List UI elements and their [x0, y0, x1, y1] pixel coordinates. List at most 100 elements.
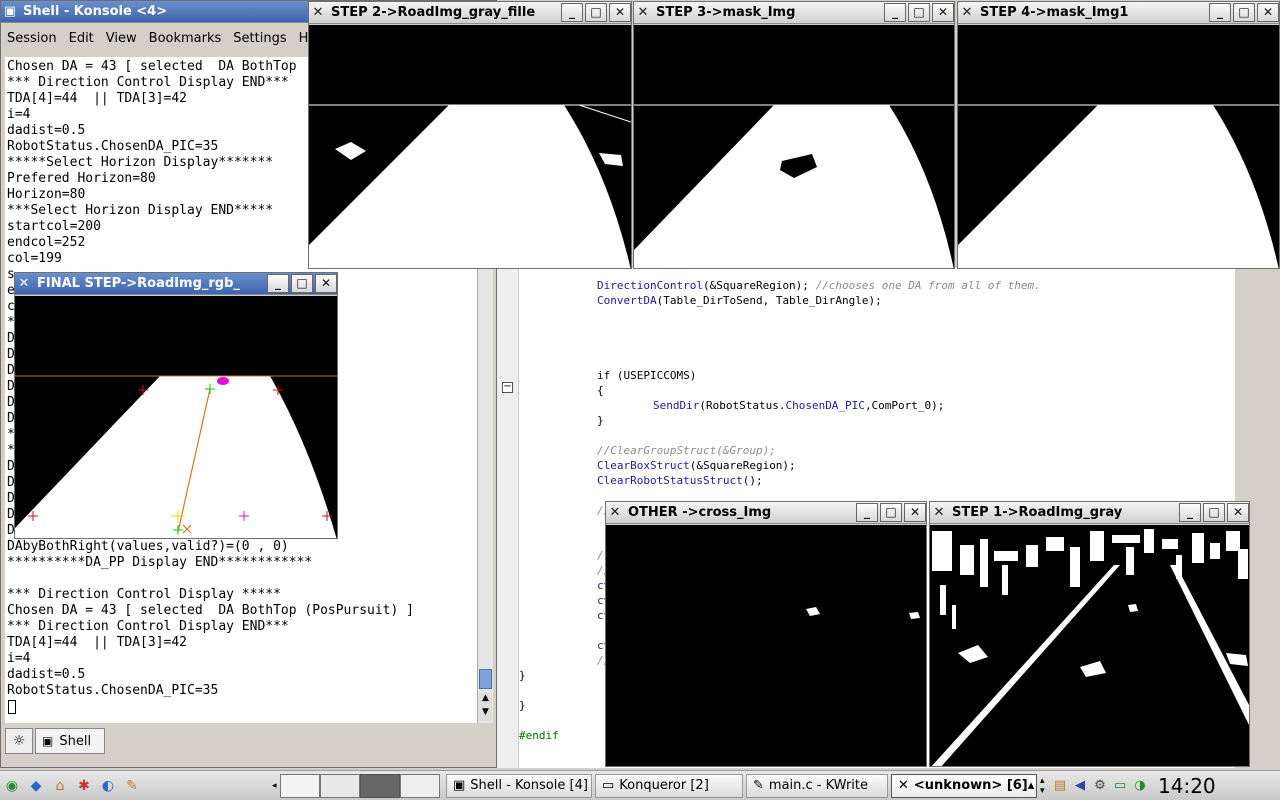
code-token: ClearRobotStatusStruct: [597, 474, 743, 487]
x-icon: ✕: [961, 5, 973, 20]
battery-icon[interactable]: ▭: [1110, 776, 1130, 796]
klipper-icon[interactable]: ▤: [1050, 776, 1070, 796]
volume-icon[interactable]: ◀: [1070, 776, 1090, 796]
maximize-button[interactable]: □: [880, 503, 902, 522]
final-titlebar[interactable]: ✕ FINAL STEP->RoadImg_rgb_ _ □ ✕: [15, 273, 337, 295]
task-label: Konqueror [2]: [619, 778, 709, 793]
x-icon: ✕: [609, 505, 621, 520]
new-session-icon[interactable]: ☼: [5, 728, 33, 754]
task-button[interactable]: ▣ Shell - Konsole [4]: [446, 773, 592, 798]
tab-shell[interactable]: ▣ Shell: [35, 728, 105, 754]
code-line[interactable]: {: [597, 383, 604, 398]
code-line[interactable]: }: [519, 668, 526, 683]
code-line[interactable]: //ClearGroupStruct(&Group);: [597, 443, 776, 458]
code-line[interactable]: }: [519, 698, 526, 713]
road-mask-image: [958, 25, 1279, 268]
code-line[interactable]: ClearBoxStruct(&SquareRegion);: [597, 458, 796, 473]
task-button[interactable]: ✎ main.c - KWrite: [746, 773, 888, 798]
task-button[interactable]: ▭ Konqueror [2]: [595, 773, 743, 798]
window-title: STEP 2->RoadImg_gray_fille: [331, 5, 536, 20]
terminal-line: dadist=0.5: [7, 123, 86, 138]
terminal-line: RobotStatus.ChosenDA_PIC=35: [7, 683, 219, 698]
minimize-button[interactable]: _: [856, 503, 878, 522]
minimize-button[interactable]: _: [1209, 3, 1231, 22]
scroll-up-icon[interactable]: ▲: [479, 693, 492, 707]
code-line[interactable]: ClearRobotStatusStruct();: [597, 473, 763, 488]
terminal-line: *** Direction Control Display *****: [7, 587, 281, 602]
maximize-button[interactable]: □: [585, 3, 607, 22]
desktop-icon[interactable]: ◆: [25, 775, 47, 797]
step1-window: ✕ STEP 1->RoadImg_gray _ □ ✕: [929, 501, 1250, 767]
scroll-down-icon[interactable]: ▼: [479, 707, 492, 721]
konsole-tabbar: ☼ ▣ Shell: [1, 723, 496, 767]
home-icon[interactable]: ⌂: [49, 775, 71, 797]
step3-window: ✕ STEP 3->mask_Img _ □ ✕: [633, 1, 955, 269]
other-image: [606, 525, 926, 766]
pager-desktop-3[interactable]: [360, 773, 400, 798]
menu-item[interactable]: Settings: [227, 31, 292, 46]
x-icon: ✕: [312, 5, 324, 20]
step4-titlebar[interactable]: ✕ STEP 4->mask_Img1 _ □ ✕: [958, 2, 1279, 24]
editor-icon[interactable]: ✎: [121, 775, 143, 797]
code-token: }: [597, 414, 604, 427]
power-icon[interactable]: ◑: [1130, 776, 1150, 796]
clock[interactable]: 14:20: [1158, 774, 1216, 798]
maximize-button[interactable]: □: [1233, 3, 1255, 22]
close-button[interactable]: ✕: [932, 3, 954, 22]
fold-marker-icon[interactable]: −: [502, 382, 513, 393]
close-button[interactable]: ✕: [315, 274, 337, 293]
terminal-line: col=199: [7, 251, 62, 266]
close-button[interactable]: ✕: [609, 3, 631, 22]
code-line[interactable]: if (USEPICCOMS): [597, 368, 696, 383]
lifesaver-icon[interactable]: ✱: [73, 775, 95, 797]
scrollbar-thumb[interactable]: [479, 669, 492, 689]
road-gray-image: [930, 525, 1249, 766]
task-button[interactable]: ✕ <unknown> [6] ▴: [891, 773, 1037, 798]
tasks-scroll-icon[interactable]: ▴ ▾: [1040, 776, 1050, 796]
window-title: STEP 4->mask_Img1: [980, 5, 1129, 20]
terminal-line: startcol=200: [7, 219, 101, 234]
terminal-icon: ▣: [453, 778, 466, 793]
menu-item[interactable]: View: [100, 31, 143, 46]
pager-arrow-icon[interactable]: ◂: [272, 781, 280, 791]
maximize-button[interactable]: □: [291, 274, 313, 293]
task-label: <unknown> [6]: [913, 778, 1028, 793]
pager-desktop-1[interactable]: [280, 773, 320, 798]
browser-icon[interactable]: ◐: [97, 775, 119, 797]
kmenu-icon[interactable]: ◉: [1, 775, 23, 797]
code-line[interactable]: #endif: [519, 728, 559, 743]
step3-titlebar[interactable]: ✕ STEP 3->mask_Img _ □ ✕: [634, 2, 954, 24]
code-token: if (USEPICCOMS): [597, 369, 697, 382]
step1-titlebar[interactable]: ✕ STEP 1->RoadImg_gray _ □ ✕: [930, 502, 1249, 524]
menu-item[interactable]: Session: [1, 31, 63, 46]
code-token: //ClearGroupStruct(&Group);: [597, 444, 776, 457]
network-icon[interactable]: ⚙: [1090, 776, 1110, 796]
code-token: SendDir: [653, 399, 700, 412]
code-line[interactable]: ConvertDA(Table_DirToSend, Table_DirAngl…: [597, 293, 882, 308]
maximize-button[interactable]: □: [1203, 503, 1225, 522]
menu-item[interactable]: Edit: [63, 31, 100, 46]
kwrite-icon: ✎: [753, 778, 764, 793]
minimize-button[interactable]: _: [561, 3, 583, 22]
minimize-button[interactable]: _: [884, 3, 906, 22]
close-button[interactable]: ✕: [1257, 3, 1279, 22]
task-list: ▣ Shell - Konsole [4] ▭ Konqueror [2] ✎ main.…: [446, 773, 1040, 798]
code-line[interactable]: SendDir(RobotStatus.ChosenDA_PIC,ComPort…: [653, 398, 944, 413]
close-button[interactable]: ✕: [904, 503, 926, 522]
folder-icon: ▭: [602, 778, 615, 793]
pager-desktop-2[interactable]: [320, 773, 360, 798]
menu-item[interactable]: Bookmarks: [143, 31, 228, 46]
other-titlebar[interactable]: ✕ OTHER ->cross_Img _ □ ✕: [606, 502, 926, 524]
code-line[interactable]: }: [597, 413, 604, 428]
maximize-button[interactable]: □: [908, 3, 930, 22]
terminal-line: RobotStatus.ChosenDA_PIC=35: [7, 139, 219, 154]
step2-titlebar[interactable]: ✕ STEP 2->RoadImg_gray_fille _ □ ✕: [309, 2, 631, 24]
code-line[interactable]: DirectionControl(&SquareRegion); //choos…: [597, 278, 1041, 293]
desktop-pager[interactable]: [280, 773, 440, 798]
minimize-button[interactable]: _: [1179, 503, 1201, 522]
close-button[interactable]: ✕: [1227, 503, 1249, 522]
pager-desktop-4[interactable]: [400, 773, 440, 798]
terminal-icon: ▣: [3, 4, 17, 19]
minimize-button[interactable]: _: [267, 274, 289, 293]
